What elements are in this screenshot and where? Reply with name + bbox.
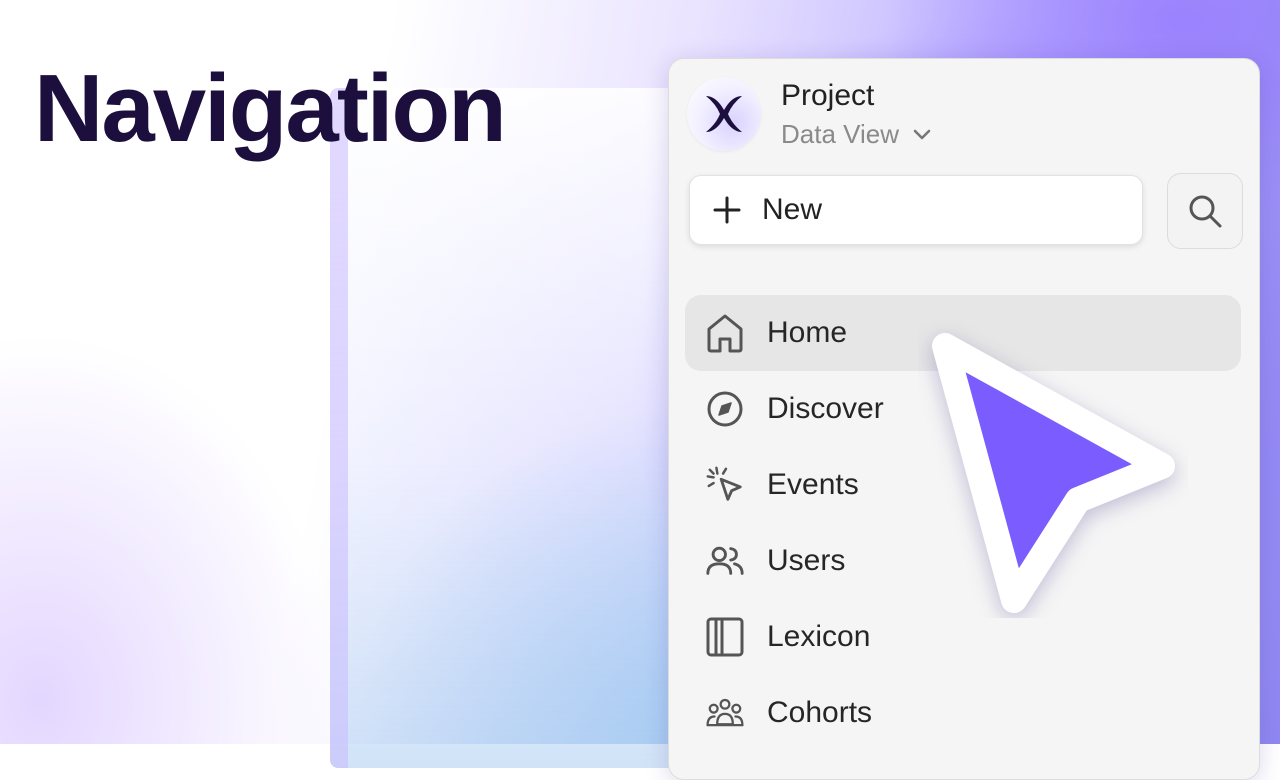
- nav-item-label: Discover: [767, 392, 884, 425]
- compass-icon: [705, 389, 745, 429]
- project-view-selector[interactable]: Data View: [781, 119, 931, 150]
- nav-item-label: Lexicon: [767, 620, 871, 653]
- book-icon: [705, 617, 745, 657]
- users-icon: [705, 541, 745, 581]
- new-button-label: New: [762, 193, 823, 226]
- nav-item-label: Users: [767, 544, 846, 577]
- search-button[interactable]: [1167, 173, 1243, 249]
- project-logo[interactable]: [687, 77, 761, 151]
- search-icon: [1189, 195, 1222, 228]
- page-title: Navigation: [34, 55, 507, 162]
- chevron-down-icon: [913, 129, 931, 139]
- home-icon: [705, 313, 745, 353]
- click-cursor-icon: [705, 465, 745, 505]
- project-view-label: Data View: [781, 119, 900, 149]
- plus-icon: [713, 196, 741, 224]
- nav-item-label: Events: [767, 468, 859, 501]
- nav-item-cohorts[interactable]: Cohorts: [685, 675, 1241, 751]
- cohorts-icon: [705, 693, 745, 733]
- nav-item-label: Home: [767, 316, 848, 349]
- new-button[interactable]: New: [689, 175, 1143, 245]
- pointer-cursor-icon: [932, 333, 1175, 613]
- background-frame: [330, 88, 708, 768]
- logo-x-icon: [706, 96, 742, 132]
- nav-item-label: Cohorts: [767, 696, 873, 729]
- project-name[interactable]: Project: [781, 79, 874, 113]
